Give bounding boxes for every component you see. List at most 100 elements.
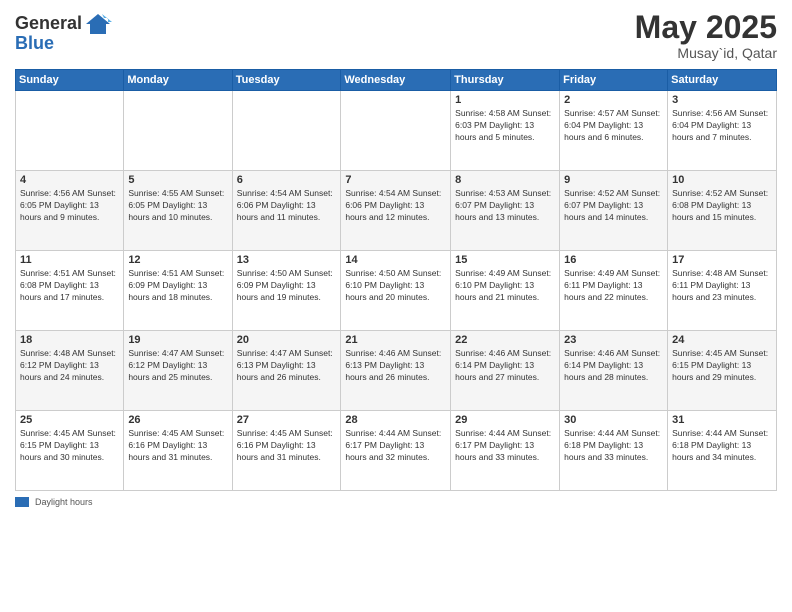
calendar-week-0: 1 Sunrise: 4:58 AM Sunset: 6:03 PM Daylig… [16, 91, 777, 171]
calendar-day: 16 Sunrise: 4:49 AM Sunset: 6:11 PM Dayli… [560, 251, 668, 331]
day-number: 11 [20, 254, 119, 266]
day-info: Sunrise: 4:47 AM Sunset: 6:13 PM Dayligh… [237, 348, 337, 384]
day-info: Sunrise: 4:46 AM Sunset: 6:14 PM Dayligh… [455, 348, 555, 384]
day-info: Sunrise: 4:45 AM Sunset: 6:15 PM Dayligh… [20, 428, 119, 464]
day-info: Sunrise: 4:58 AM Sunset: 6:03 PM Dayligh… [455, 108, 555, 144]
header-thursday: Thursday [451, 70, 560, 91]
calendar-day: 20 Sunrise: 4:47 AM Sunset: 6:13 PM Dayli… [232, 331, 341, 411]
calendar-day: 29Sunrise: 4:44 AM Sunset: 6:17 PM Dayli… [451, 411, 560, 491]
day-info: Sunrise: 4:55 AM Sunset: 6:05 PM Dayligh… [128, 188, 227, 224]
footer-label: Daylight hours [35, 497, 93, 507]
header-wednesday: Wednesday [341, 70, 451, 91]
calendar-day: 13 Sunrise: 4:50 AM Sunset: 6:09 PM Dayli… [232, 251, 341, 331]
day-number: 26 [128, 414, 227, 426]
header-tuesday: Tuesday [232, 70, 341, 91]
day-info: Sunrise: 4:50 AM Sunset: 6:09 PM Dayligh… [237, 268, 337, 304]
calendar-day: 24 Sunrise: 4:45 AM Sunset: 6:15 PM Dayli… [668, 331, 777, 411]
day-number: 8 [455, 174, 555, 186]
day-number: 21 [345, 334, 446, 346]
day-info: Sunrise: 4:44 AM Sunset: 6:17 PM Dayligh… [455, 428, 555, 464]
logo: General Blue [15, 10, 112, 54]
calendar-day [341, 91, 451, 171]
calendar-day: 7 Sunrise: 4:54 AM Sunset: 6:06 PM Daylig… [341, 171, 451, 251]
day-info: Sunrise: 4:48 AM Sunset: 6:11 PM Dayligh… [672, 268, 772, 304]
day-number: 30 [564, 414, 663, 426]
day-number: 31 [672, 414, 772, 426]
calendar-day: 27 Sunrise: 4:45 AM Sunset: 6:16 PM Dayli… [232, 411, 341, 491]
calendar-day: 10Sunrise: 4:52 AM Sunset: 6:08 PM Dayli… [668, 171, 777, 251]
calendar-day: 25 Sunrise: 4:45 AM Sunset: 6:15 PM Dayli… [16, 411, 124, 491]
day-info: Sunrise: 4:44 AM Sunset: 6:18 PM Dayligh… [672, 428, 772, 464]
header-saturday: Saturday [668, 70, 777, 91]
calendar-day: 22Sunrise: 4:46 AM Sunset: 6:14 PM Dayli… [451, 331, 560, 411]
footer: Daylight hours [15, 497, 777, 507]
day-info: Sunrise: 4:50 AM Sunset: 6:10 PM Dayligh… [345, 268, 446, 304]
day-number: 6 [237, 174, 337, 186]
calendar-day [232, 91, 341, 171]
day-number: 7 [345, 174, 446, 186]
day-info: Sunrise: 4:45 AM Sunset: 6:16 PM Dayligh… [237, 428, 337, 464]
calendar-day: 12 Sunrise: 4:51 AM Sunset: 6:09 PM Dayli… [124, 251, 232, 331]
calendar-day: 23 Sunrise: 4:46 AM Sunset: 6:14 PM Dayli… [560, 331, 668, 411]
day-number: 4 [20, 174, 119, 186]
day-number: 15 [455, 254, 555, 266]
calendar-week-1: 4 Sunrise: 4:56 AM Sunset: 6:05 PM Daylig… [16, 171, 777, 251]
calendar-day: 15Sunrise: 4:49 AM Sunset: 6:10 PM Dayli… [451, 251, 560, 331]
day-number: 3 [672, 94, 772, 106]
day-info: Sunrise: 4:54 AM Sunset: 6:06 PM Dayligh… [345, 188, 446, 224]
day-info: Sunrise: 4:46 AM Sunset: 6:13 PM Dayligh… [345, 348, 446, 384]
day-info: Sunrise: 4:48 AM Sunset: 6:12 PM Dayligh… [20, 348, 119, 384]
day-number: 20 [237, 334, 337, 346]
calendar-day [124, 91, 232, 171]
day-info: Sunrise: 4:51 AM Sunset: 6:08 PM Dayligh… [20, 268, 119, 304]
day-number: 2 [564, 94, 663, 106]
day-info: Sunrise: 4:44 AM Sunset: 6:18 PM Dayligh… [564, 428, 663, 464]
header-monday: Monday [124, 70, 232, 91]
day-info: Sunrise: 4:56 AM Sunset: 6:04 PM Dayligh… [672, 108, 772, 144]
calendar-day: 5 Sunrise: 4:55 AM Sunset: 6:05 PM Daylig… [124, 171, 232, 251]
day-info: Sunrise: 4:45 AM Sunset: 6:15 PM Dayligh… [672, 348, 772, 384]
header-friday: Friday [560, 70, 668, 91]
calendar-week-3: 18 Sunrise: 4:48 AM Sunset: 6:12 PM Dayli… [16, 331, 777, 411]
calendar-day: 30 Sunrise: 4:44 AM Sunset: 6:18 PM Dayli… [560, 411, 668, 491]
calendar-day: 26Sunrise: 4:45 AM Sunset: 6:16 PM Dayli… [124, 411, 232, 491]
day-number: 17 [672, 254, 772, 266]
calendar-day: 2Sunrise: 4:57 AM Sunset: 6:04 PM Daylig… [560, 91, 668, 171]
day-info: Sunrise: 4:53 AM Sunset: 6:07 PM Dayligh… [455, 188, 555, 224]
day-info: Sunrise: 4:54 AM Sunset: 6:06 PM Dayligh… [237, 188, 337, 224]
logo-icon [84, 10, 112, 38]
day-info: Sunrise: 4:52 AM Sunset: 6:07 PM Dayligh… [564, 188, 663, 224]
day-info: Sunrise: 4:56 AM Sunset: 6:05 PM Dayligh… [20, 188, 119, 224]
day-number: 12 [128, 254, 227, 266]
day-info: Sunrise: 4:47 AM Sunset: 6:12 PM Dayligh… [128, 348, 227, 384]
day-number: 24 [672, 334, 772, 346]
header: General Blue May 2025 Musay`id, Qatar [15, 10, 777, 61]
calendar-week-2: 11 Sunrise: 4:51 AM Sunset: 6:08 PM Dayli… [16, 251, 777, 331]
day-number: 19 [128, 334, 227, 346]
header-sunday: Sunday [16, 70, 124, 91]
day-info: Sunrise: 4:52 AM Sunset: 6:08 PM Dayligh… [672, 188, 772, 224]
title-block: May 2025 Musay`id, Qatar [635, 10, 777, 61]
day-number: 16 [564, 254, 663, 266]
day-info: Sunrise: 4:46 AM Sunset: 6:14 PM Dayligh… [564, 348, 663, 384]
day-number: 9 [564, 174, 663, 186]
day-number: 14 [345, 254, 446, 266]
calendar-day: 14 Sunrise: 4:50 AM Sunset: 6:10 PM Dayli… [341, 251, 451, 331]
day-number: 18 [20, 334, 119, 346]
day-number: 25 [20, 414, 119, 426]
day-number: 28 [345, 414, 446, 426]
daylight-box [15, 497, 29, 507]
day-info: Sunrise: 4:49 AM Sunset: 6:11 PM Dayligh… [564, 268, 663, 304]
day-number: 23 [564, 334, 663, 346]
day-number: 1 [455, 94, 555, 106]
calendar-day: 3 Sunrise: 4:56 AM Sunset: 6:04 PM Daylig… [668, 91, 777, 171]
calendar-day: 21 Sunrise: 4:46 AM Sunset: 6:13 PM Dayli… [341, 331, 451, 411]
day-number: 5 [128, 174, 227, 186]
calendar-header-row: Sunday Monday Tuesday Wednesday Thursday… [16, 70, 777, 91]
calendar-day: 17 Sunrise: 4:48 AM Sunset: 6:11 PM Dayli… [668, 251, 777, 331]
calendar-day: 31 Sunrise: 4:44 AM Sunset: 6:18 PM Dayli… [668, 411, 777, 491]
day-number: 13 [237, 254, 337, 266]
day-info: Sunrise: 4:51 AM Sunset: 6:09 PM Dayligh… [128, 268, 227, 304]
logo-general: General [15, 14, 82, 34]
day-number: 27 [237, 414, 337, 426]
